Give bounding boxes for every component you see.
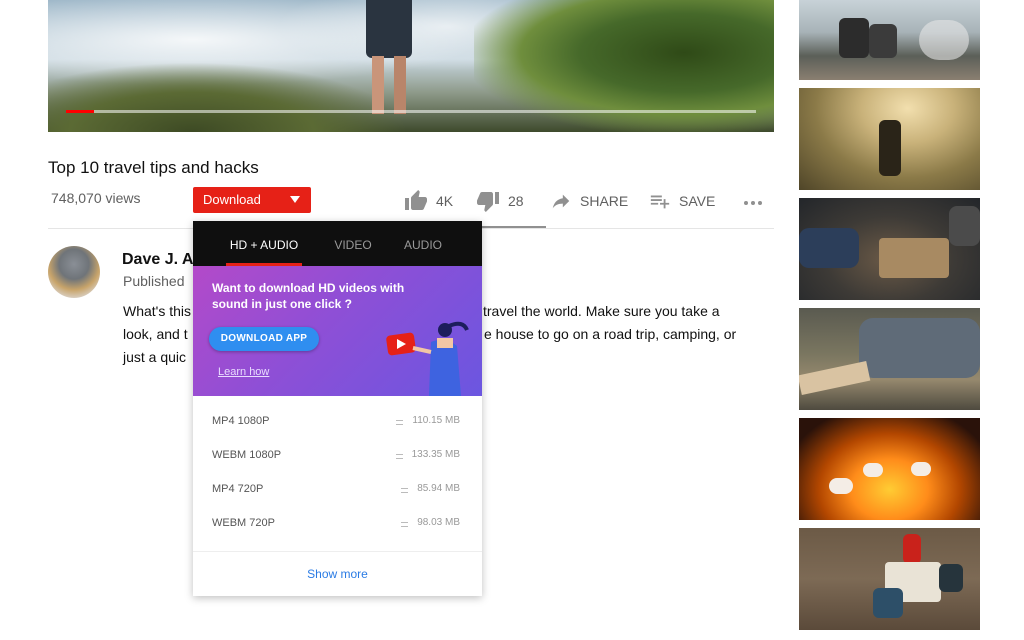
description-line: just a quic — [123, 349, 187, 365]
more-horizontal-icon — [744, 201, 762, 205]
caret-down-icon — [290, 196, 300, 203]
dislike-button[interactable]: 28 — [476, 188, 524, 214]
related-video-thumbnail[interactable] — [799, 198, 980, 300]
avatar[interactable] — [48, 246, 100, 298]
related-video-thumbnail[interactable] — [799, 308, 980, 410]
related-video-thumbnail[interactable] — [799, 528, 980, 630]
share-icon — [552, 194, 570, 209]
related-video-thumbnail[interactable] — [799, 88, 980, 190]
playlist-add-icon — [650, 195, 670, 209]
format-name: WEBM 720P — [212, 517, 275, 529]
video-scenery-left — [48, 62, 408, 132]
learn-how-link[interactable]: Learn how — [218, 366, 269, 378]
equals-icon — [401, 488, 408, 493]
format-option[interactable]: WEBM 1080P 133.35 MB — [193, 439, 482, 473]
format-option[interactable]: MP4 1080P 110.15 MB — [193, 405, 482, 439]
related-video-thumbnail[interactable] — [799, 0, 980, 80]
show-more-section: Show more — [193, 551, 482, 596]
format-option[interactable]: WEBM 720P 98.03 MB — [193, 507, 482, 541]
format-option[interactable]: MP4 720P 85.94 MB — [193, 473, 482, 507]
share-button[interactable]: SHARE — [550, 188, 628, 214]
tab-label: HD + AUDIO — [229, 238, 299, 252]
download-app-button[interactable]: DOWNLOAD APP — [209, 327, 319, 351]
format-name: MP4 720P — [212, 483, 264, 495]
download-dropdown: HD + AUDIO VIDEO AUDIO Want to download … — [193, 221, 482, 596]
format-name: MP4 1080P — [212, 415, 270, 427]
tab-label: VIDEO — [334, 238, 372, 252]
description-line: travel the world. Make sure you take a — [483, 303, 720, 319]
share-label: SHARE — [580, 193, 629, 209]
show-more-link[interactable]: Show more — [193, 567, 482, 581]
equals-icon — [396, 420, 403, 425]
format-size: 98.03 MB — [417, 517, 460, 528]
equals-icon — [401, 522, 408, 527]
equals-icon — [396, 454, 403, 459]
description-line: look, and t — [123, 326, 188, 342]
video-player[interactable] — [48, 0, 774, 132]
related-video-thumbnail[interactable] — [799, 418, 980, 520]
tab-label: AUDIO — [403, 238, 442, 252]
description-line: What's this — [123, 303, 192, 319]
app-promo-banner: Want to download HD videos with sound in… — [193, 266, 482, 396]
tab-hd-audio[interactable]: HD + AUDIO — [226, 221, 302, 266]
like-count: 4K — [436, 193, 454, 209]
video-title: Top 10 travel tips and hacks — [48, 158, 259, 177]
video-person — [366, 0, 412, 118]
description-line: e house to go on a road trip, camping, o… — [484, 326, 737, 342]
progress-bar[interactable] — [66, 110, 756, 113]
format-size: 133.35 MB — [411, 449, 460, 460]
download-button-label: Download — [203, 192, 261, 207]
like-button[interactable]: 4K — [404, 188, 453, 214]
promo-headline: Want to download HD videos with sound in… — [212, 281, 405, 311]
promo-illustration-icon — [386, 321, 469, 396]
thumbs-down-icon — [477, 192, 499, 212]
download-button[interactable]: Download — [193, 187, 311, 213]
tab-video[interactable]: VIDEO — [328, 221, 378, 266]
view-count: 748,070 views — [51, 190, 141, 206]
format-size: 85.94 MB — [417, 483, 460, 494]
thumbs-up-icon — [405, 190, 427, 210]
channel-name[interactable]: Dave J. A — [122, 251, 193, 269]
format-name: WEBM 1080P — [212, 449, 282, 461]
format-tabs: HD + AUDIO VIDEO AUDIO — [193, 221, 482, 266]
more-actions-button[interactable] — [741, 188, 765, 214]
save-button[interactable]: SAVE — [649, 188, 715, 214]
progress-bar-fill — [66, 110, 94, 113]
published-date: Published — [123, 273, 185, 289]
format-size: 110.15 MB — [412, 415, 460, 426]
tab-audio[interactable]: AUDIO — [398, 221, 448, 266]
save-label: SAVE — [679, 193, 716, 209]
dislike-count: 28 — [508, 193, 524, 209]
